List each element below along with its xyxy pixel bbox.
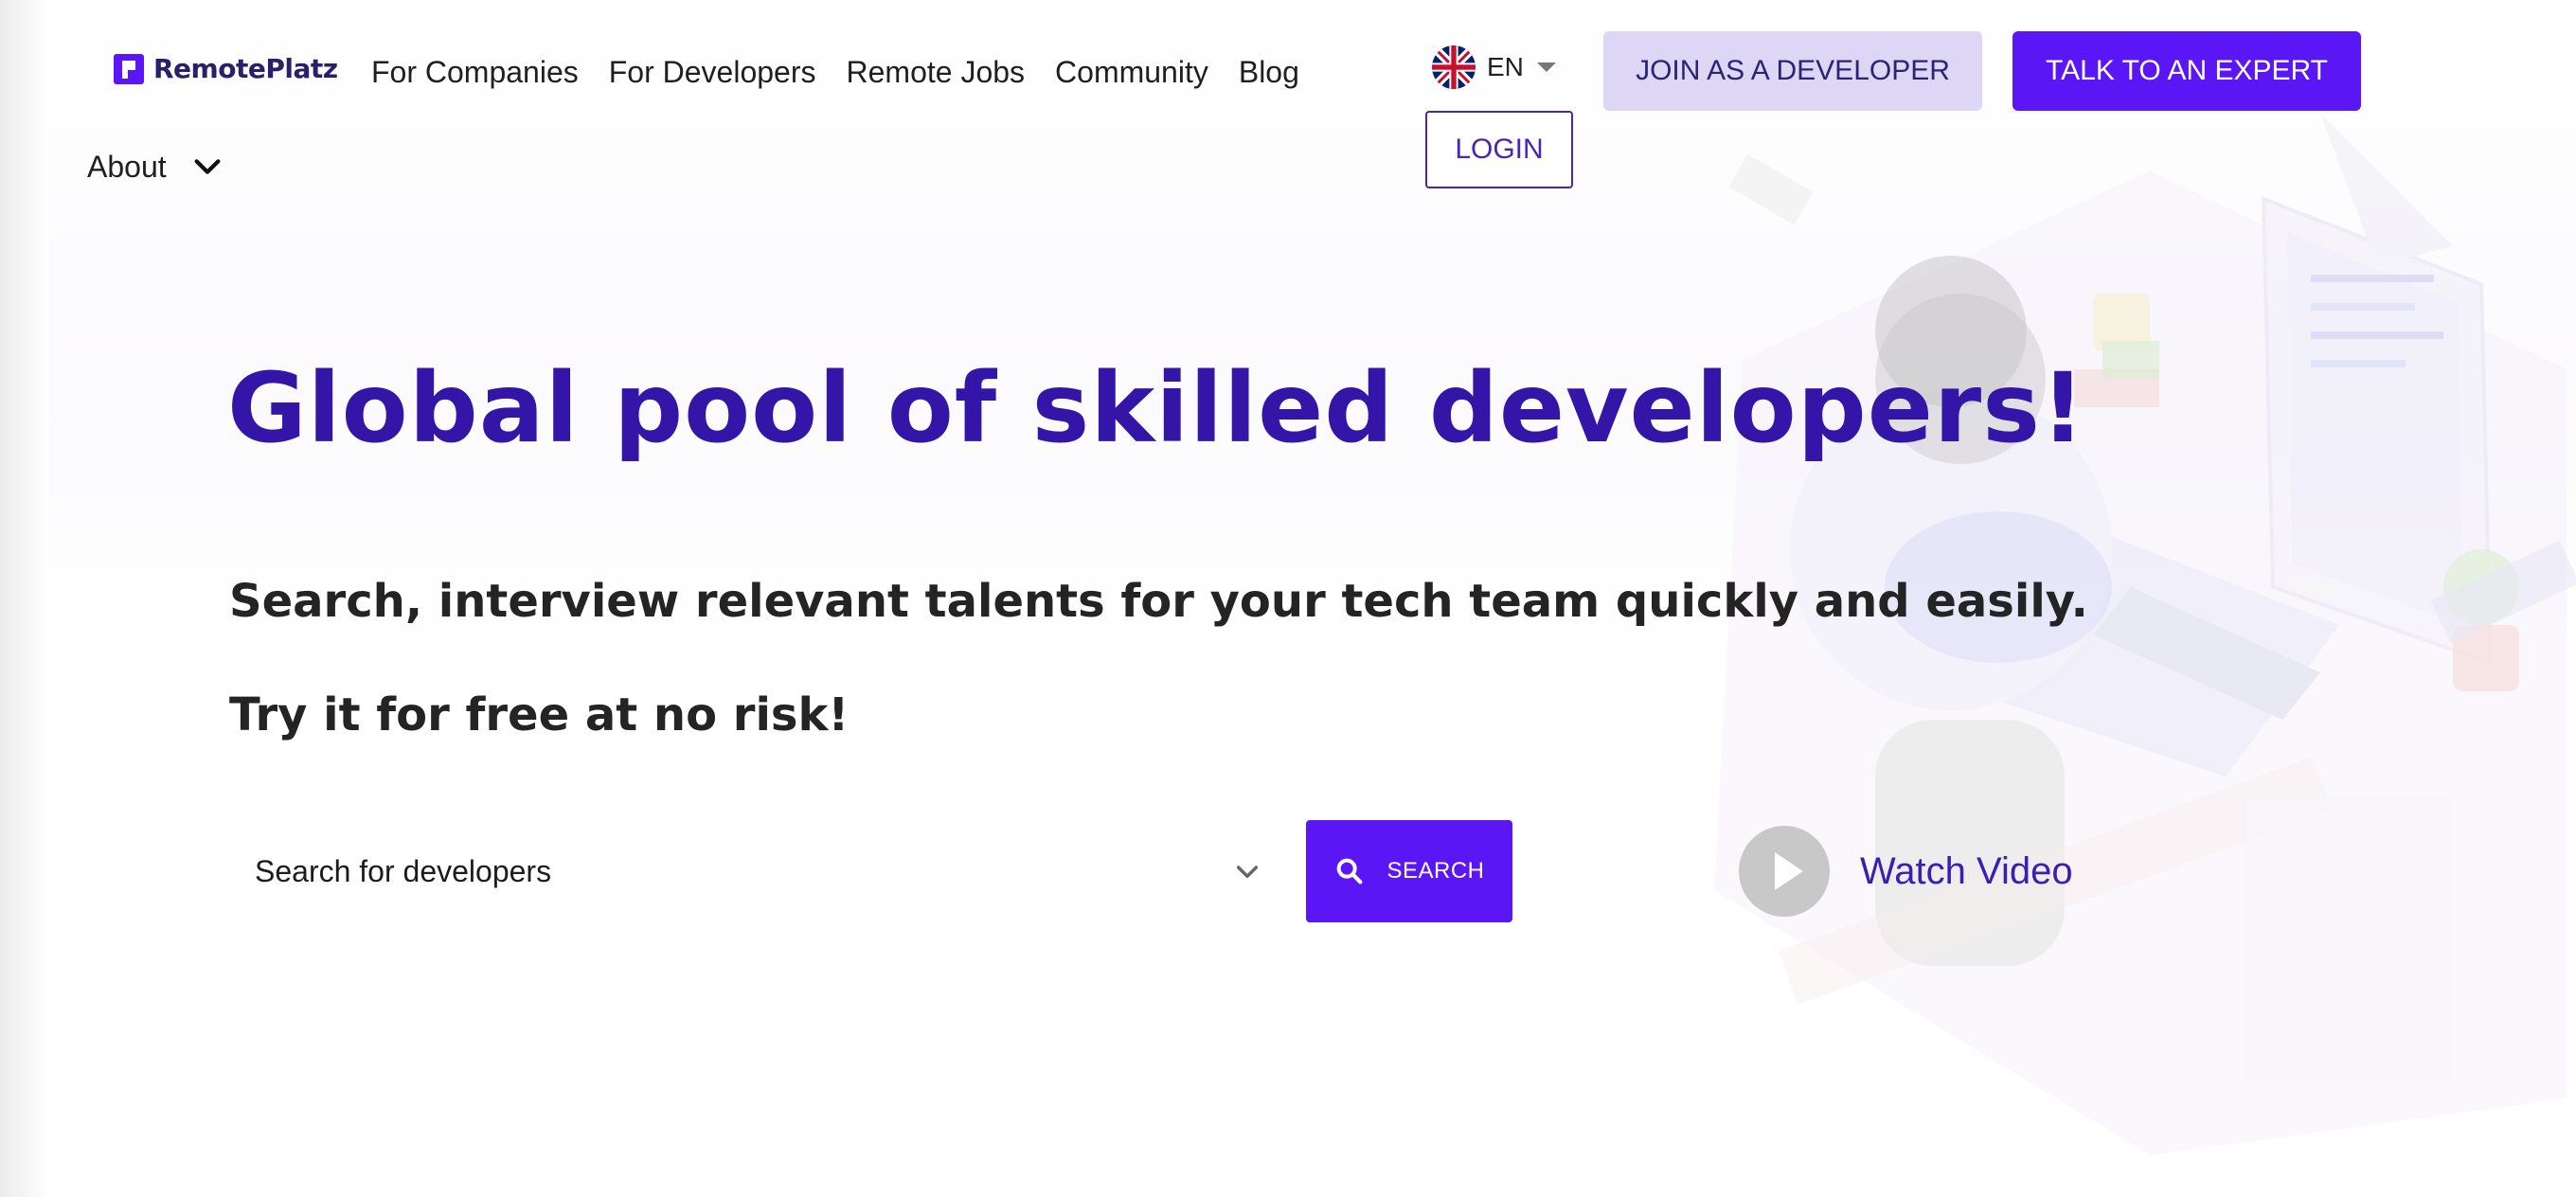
nav-for-developers[interactable]: For Developers <box>609 47 816 97</box>
search-select-value: Search for developers <box>255 853 552 888</box>
language-selector[interactable]: EN <box>1432 45 1558 89</box>
watch-video-link[interactable]: Watch Video <box>1739 826 2073 917</box>
uk-flag-icon <box>1432 45 1476 89</box>
nav-community[interactable]: Community <box>1055 47 1208 97</box>
hero-title: Global pool of skilled developers! <box>227 352 2086 465</box>
logo[interactable]: RemotePlatz <box>114 53 338 84</box>
logo-text: RemotePlatz <box>153 53 338 84</box>
chevron-down-icon <box>1236 866 1259 879</box>
logo-icon <box>114 53 144 84</box>
login-button[interactable]: LOGIN <box>1425 111 1573 188</box>
language-code: EN <box>1487 52 1524 81</box>
talk-to-expert-button[interactable]: TALK TO AN EXPERT <box>2012 31 2361 111</box>
developer-search-select[interactable]: Search for developers <box>232 820 1274 922</box>
search-icon <box>1337 858 1363 884</box>
nav-for-companies[interactable]: For Companies <box>371 47 579 97</box>
hero-subtitle-secondary: Try it for free at no risk! <box>229 688 850 741</box>
nav-about-label: About <box>87 150 167 184</box>
nav-about-dropdown[interactable]: About <box>87 144 224 189</box>
chevron-down-icon <box>194 159 221 174</box>
hero-subtitle: Search, interview relevant talents for y… <box>229 575 2088 628</box>
nav-blog[interactable]: Blog <box>1239 47 1299 97</box>
nav-remote-jobs[interactable]: Remote Jobs <box>847 47 1026 97</box>
left-edge-shade <box>0 0 49 1197</box>
play-icon <box>1739 826 1830 917</box>
caret-down-icon <box>1536 63 1556 72</box>
search-button[interactable]: SEARCH <box>1306 820 1512 922</box>
main-nav: For Companies For Developers Remote Jobs… <box>371 47 1299 97</box>
watch-video-label: Watch Video <box>1860 849 2073 892</box>
search-button-label: SEARCH <box>1386 858 1485 884</box>
join-as-developer-button[interactable]: JOIN AS A DEVELOPER <box>1603 31 1982 111</box>
